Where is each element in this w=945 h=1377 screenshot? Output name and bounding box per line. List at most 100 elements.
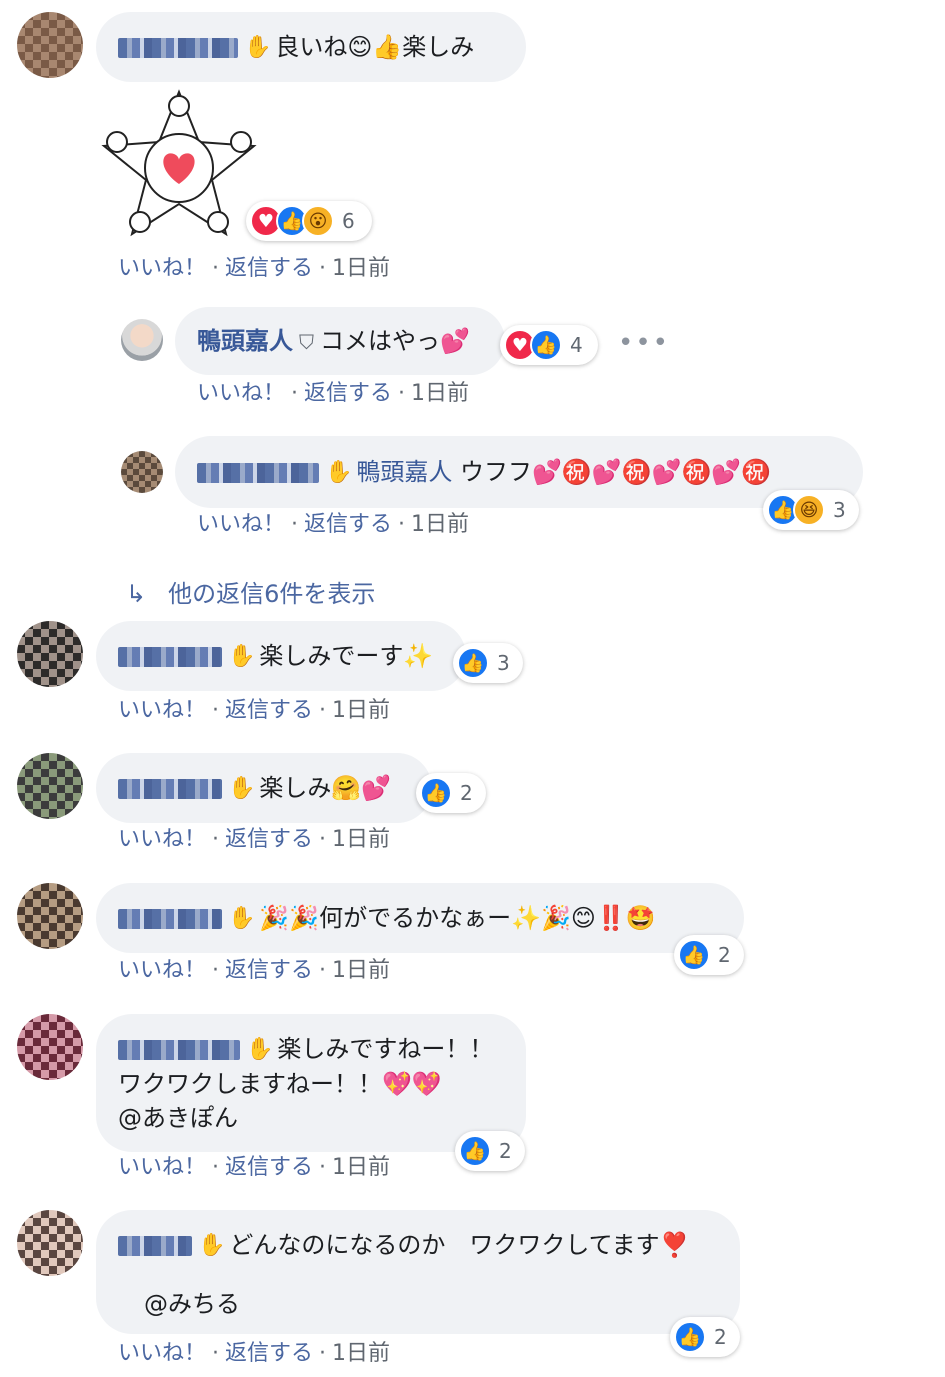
reaction-count: 3: [833, 498, 846, 522]
comment-text: 楽しみ🤗💕: [259, 774, 392, 802]
commenter-name[interactable]: [118, 909, 222, 929]
comment-text-line1: 楽しみですねー！！: [277, 1035, 494, 1063]
wave-hand-icon: ✋: [325, 460, 353, 485]
wave-hand-icon: ✋: [228, 644, 256, 669]
reaction-summary[interactable]: 👍 2: [416, 773, 486, 813]
comment-bubble: ✋ 良いね😊👍楽しみ: [96, 12, 526, 82]
reply-link[interactable]: 返信する: [225, 1155, 313, 1180]
comment-text: 楽しみでーす✨: [259, 642, 434, 670]
commenter-name[interactable]: [197, 463, 319, 483]
comment-text-line2: ワクワクしますねー！！💖💖: [118, 1070, 442, 1098]
like-link[interactable]: いいね！: [118, 827, 206, 852]
reply-link[interactable]: 返信する: [304, 381, 392, 406]
like-reaction-icon: 👍: [530, 329, 562, 361]
reaction-count: 2: [499, 1139, 512, 1163]
reaction-summary[interactable]: ♥ 👍 4: [500, 325, 598, 365]
avatar[interactable]: [17, 12, 83, 78]
avatar[interactable]: [17, 1014, 83, 1080]
reply-actions: いいね！ · 返信する · 1日前: [197, 381, 470, 406]
reply-text: ウフフ💕㊗️💕㊗️💕㊗️💕㊗️: [460, 458, 772, 486]
comment-bubble: ✋ 楽しみ🤗💕: [96, 753, 432, 823]
reaction-summary[interactable]: 👍 2: [670, 1317, 740, 1357]
timestamp[interactable]: 1日前: [332, 698, 390, 723]
reaction-summary[interactable]: 👍 2: [455, 1131, 525, 1171]
reaction-summary[interactable]: ♥ 👍 😮 6: [246, 201, 372, 241]
view-more-replies[interactable]: ↳ 他の返信6件を表示: [126, 574, 375, 609]
commenter-name[interactable]: [118, 1040, 240, 1060]
like-reaction-icon: 👍: [457, 647, 489, 679]
reply-bubble: ✋ 鴨頭嘉人 ウフフ💕㊗️💕㊗️💕㊗️💕㊗️: [175, 436, 863, 508]
like-reaction-icon: 👍: [674, 1321, 706, 1353]
avatar[interactable]: [17, 883, 83, 949]
reply-link[interactable]: 返信する: [225, 958, 313, 983]
avatar[interactable]: [17, 753, 83, 819]
like-reaction-icon: 👍: [459, 1135, 491, 1167]
reaction-summary[interactable]: 👍 2: [674, 935, 744, 975]
wave-hand-icon: ✋: [244, 35, 272, 60]
like-link[interactable]: いいね！: [118, 1155, 206, 1180]
timestamp[interactable]: 1日前: [411, 381, 469, 406]
reaction-count: 2: [460, 781, 473, 805]
avatar[interactable]: [121, 451, 163, 493]
like-link[interactable]: いいね！: [118, 958, 206, 983]
like-reaction-icon: 👍: [420, 777, 452, 809]
reply-actions: いいね！ · 返信する · 1日前: [197, 512, 470, 537]
reply-link[interactable]: 返信する: [304, 512, 392, 537]
comment-actions: いいね！ · 返信する · 1日前: [118, 958, 391, 983]
comment-text: 🎉🎉何がでるかなぁー✨🎉😊‼️🤩: [259, 904, 656, 932]
commenter-name[interactable]: [118, 779, 222, 799]
comment-text-line1: どんなのになるのか ワクワクしてます❣️: [229, 1231, 690, 1259]
comment-bubble: ✋ 🎉🎉何がでるかなぁー✨🎉😊‼️🤩: [96, 883, 744, 953]
like-link[interactable]: いいね！: [197, 512, 285, 537]
comment-actions: いいね！ · 返信する · 1日前: [118, 827, 391, 852]
reaction-summary[interactable]: 👍 3: [453, 643, 523, 683]
reply-link[interactable]: 返信する: [225, 256, 313, 281]
comment-text: 良いね😊👍楽しみ: [275, 33, 475, 61]
wow-reaction-icon: 😮: [302, 205, 334, 237]
reaction-count: 3: [497, 651, 510, 675]
reaction-summary[interactable]: 👍 😆 3: [763, 490, 859, 530]
mention-link[interactable]: 鴨頭嘉人: [356, 458, 452, 486]
timestamp[interactable]: 1日前: [332, 827, 390, 852]
avatar[interactable]: [17, 621, 83, 687]
avatar[interactable]: [121, 319, 163, 361]
commenter-name[interactable]: [118, 647, 222, 667]
comment-bubble: ✋ どんなのになるのか ワクワクしてます❣️ @みちる: [96, 1210, 740, 1334]
like-link[interactable]: いいね！: [118, 1341, 206, 1366]
mention-link[interactable]: @あきぽん: [118, 1101, 504, 1135]
comment-actions: いいね！ · 返信する · 1日前: [118, 1341, 391, 1366]
reaction-count: 2: [718, 943, 731, 967]
commenter-name[interactable]: [118, 38, 238, 58]
wave-hand-icon: ✋: [228, 776, 256, 801]
avatar[interactable]: [17, 1210, 83, 1276]
sticker-image: [96, 84, 262, 242]
wave-hand-icon: ✋: [198, 1233, 226, 1258]
comment-actions: いいね！ · 返信する · 1日前: [118, 1155, 391, 1180]
like-link[interactable]: いいね！: [118, 698, 206, 723]
commenter-name[interactable]: [118, 1236, 192, 1256]
reaction-count: 4: [570, 333, 583, 357]
reply-arrow-icon: ↳: [126, 580, 147, 608]
reply-link[interactable]: 返信する: [225, 1341, 313, 1366]
timestamp[interactable]: 1日前: [332, 1341, 390, 1366]
timestamp[interactable]: 1日前: [332, 256, 390, 281]
like-link[interactable]: いいね！: [197, 381, 285, 406]
reply-bubble: 鴨頭嘉人 ⛉ コメはやっ💕: [175, 307, 505, 375]
reaction-count: 2: [714, 1325, 727, 1349]
timestamp[interactable]: 1日前: [411, 512, 469, 537]
comment-text-line3: @みちる: [144, 1290, 240, 1318]
timestamp[interactable]: 1日前: [332, 1155, 390, 1180]
comment-actions: いいね！ · 返信する · 1日前: [118, 256, 391, 281]
wave-hand-icon: ✋: [228, 906, 256, 931]
timestamp[interactable]: 1日前: [332, 958, 390, 983]
comment-bubble: ✋ 楽しみですねー！！ ワクワクしますねー！！💖💖 @あきぽん: [96, 1014, 526, 1152]
commenter-name[interactable]: 鴨頭嘉人: [197, 327, 293, 355]
like-link[interactable]: いいね！: [118, 256, 206, 281]
comment-actions: いいね！ · 返信する · 1日前: [118, 698, 391, 723]
reply-link[interactable]: 返信する: [225, 827, 313, 852]
more-options-icon[interactable]: •••: [618, 328, 670, 358]
reply-link[interactable]: 返信する: [225, 698, 313, 723]
shield-icon: ⛉: [299, 330, 314, 354]
reaction-count: 6: [342, 209, 355, 233]
like-reaction-icon: 👍: [678, 939, 710, 971]
